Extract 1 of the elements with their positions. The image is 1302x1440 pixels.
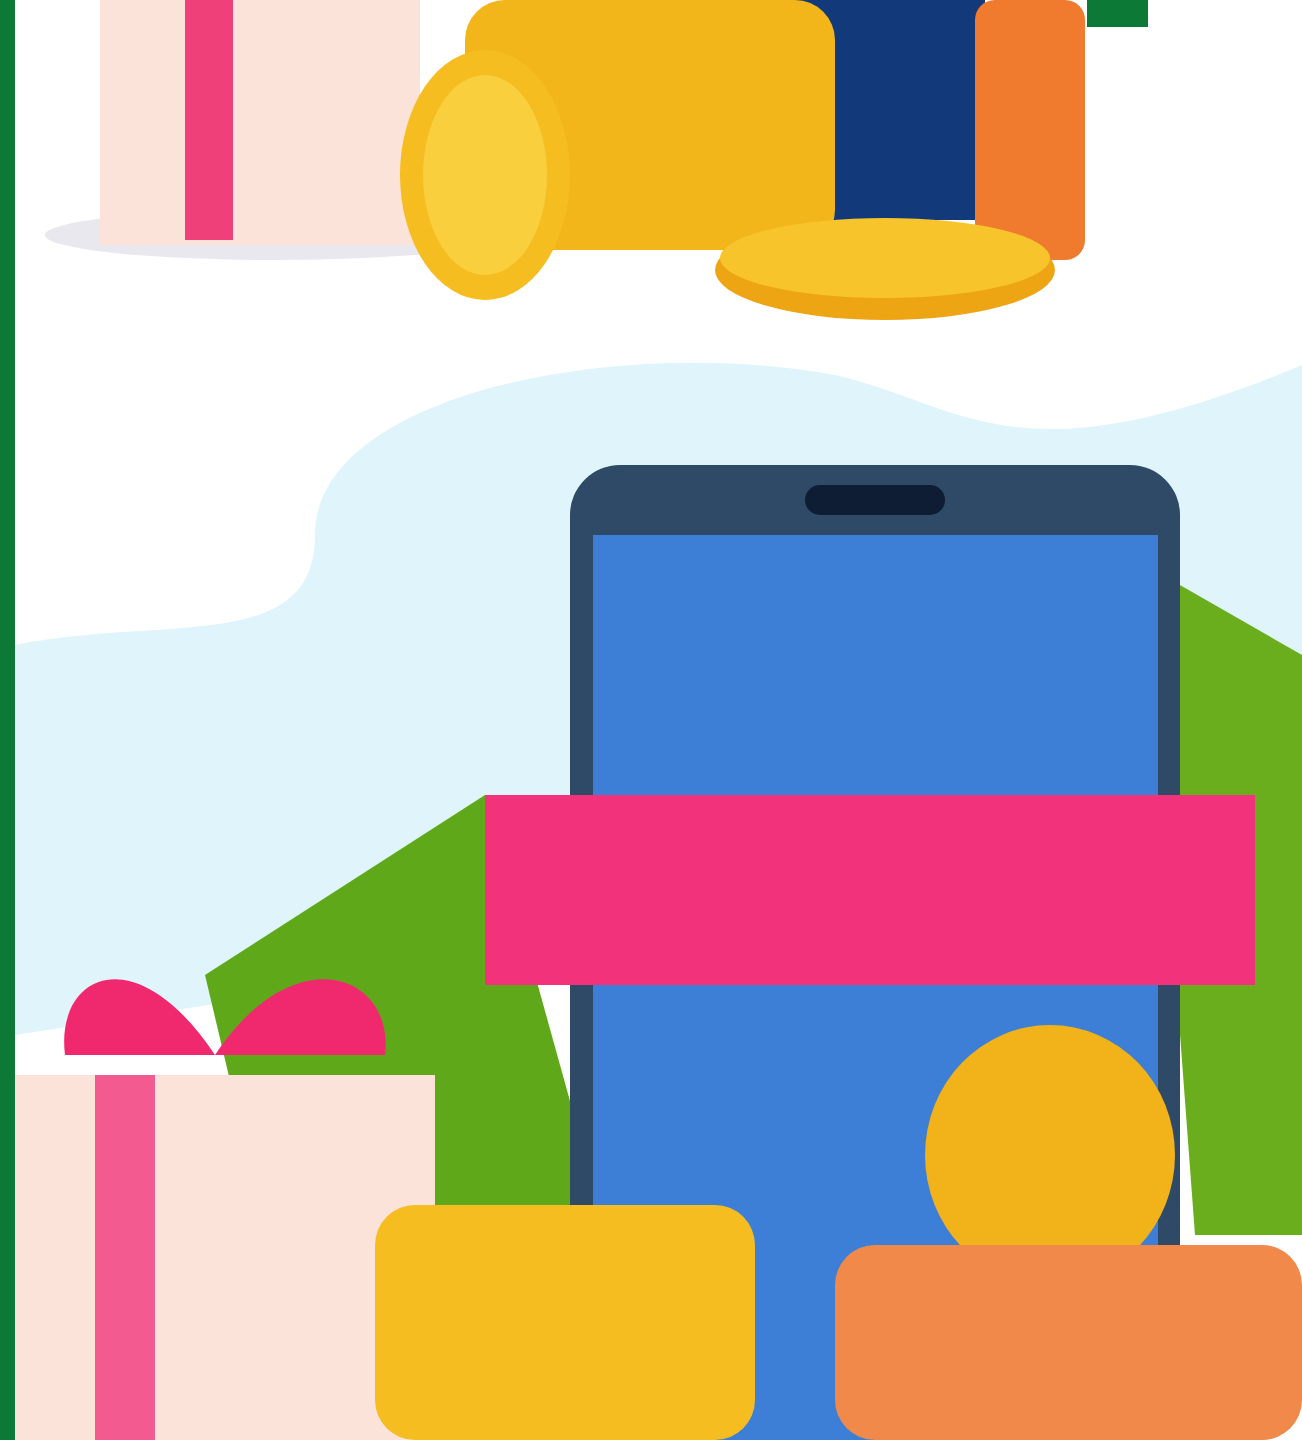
header-block: [1087, 0, 1148, 27]
